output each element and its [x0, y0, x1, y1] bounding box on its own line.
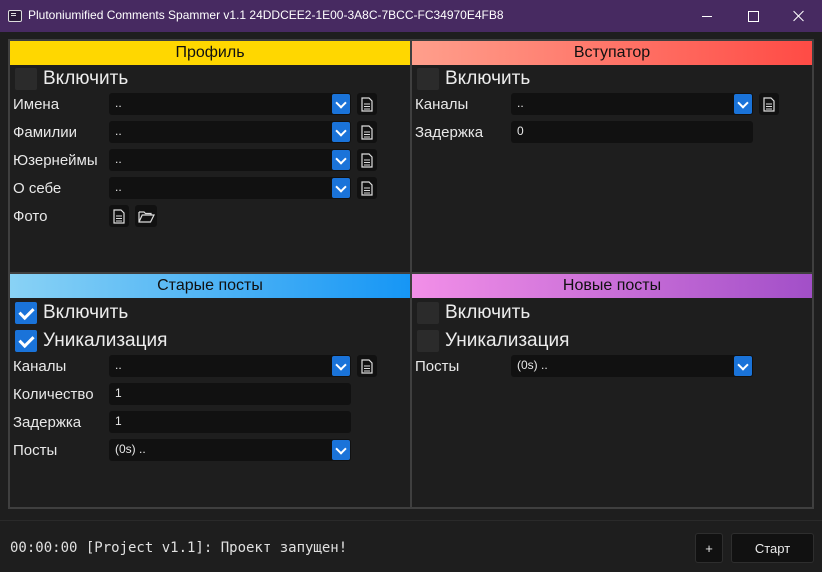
joiner-enable-checkbox[interactable] — [417, 68, 439, 90]
old-posts-delay-input[interactable]: 1 — [109, 411, 351, 433]
old-posts-count-value: 1 — [115, 386, 122, 400]
usernames-value: .. — [115, 152, 122, 166]
old-posts-unique-label: Уникализация — [43, 330, 168, 351]
chevron-down-icon[interactable] — [332, 356, 350, 376]
joiner-channels-file-button[interactable] — [759, 93, 779, 115]
joiner-channels-label: Каналы — [415, 96, 469, 113]
new-posts-enable-checkbox[interactable] — [417, 302, 439, 324]
old-posts-channels-value: .. — [115, 358, 122, 372]
chevron-down-icon[interactable] — [734, 94, 752, 114]
old-posts-enable-checkbox[interactable] — [15, 302, 37, 324]
old-posts-unique-checkbox[interactable] — [15, 330, 37, 352]
surnames-label: Фамилии — [13, 124, 77, 141]
surnames-file-button[interactable] — [357, 121, 377, 143]
add-button[interactable]: + — [695, 533, 723, 563]
chevron-down-icon[interactable] — [332, 150, 350, 170]
new-posts-enable-label: Включить — [445, 302, 531, 323]
old-posts-posts-combo[interactable]: (0s) .. — [109, 439, 351, 461]
names-value: .. — [115, 96, 122, 110]
photo-file-button[interactable] — [109, 205, 129, 227]
usernames-combo[interactable]: .. — [109, 149, 351, 171]
surnames-value: .. — [115, 124, 122, 138]
start-button[interactable]: Старт — [731, 533, 814, 563]
names-label: Имена — [13, 96, 60, 113]
log-output: 00:00:00 [Project v1.1]: Проект запущен! — [10, 540, 348, 556]
chevron-down-icon[interactable] — [332, 94, 350, 114]
profile-header: Профиль — [10, 41, 410, 65]
profile-enable-checkbox[interactable] — [15, 68, 37, 90]
profile-enable-label: Включить — [43, 68, 129, 89]
about-value: .. — [115, 180, 122, 194]
close-button[interactable] — [776, 0, 822, 32]
surnames-combo[interactable]: .. — [109, 121, 351, 143]
joiner-enable-label: Включить — [445, 68, 531, 89]
joiner-delay-label: Задержка — [415, 124, 484, 141]
title-bar[interactable]: Plutoniumified Comments Spammer v1.1 24D… — [0, 0, 822, 32]
about-file-button[interactable] — [357, 177, 377, 199]
new-posts-unique-checkbox[interactable] — [417, 330, 439, 352]
photo-folder-button[interactable] — [135, 205, 157, 227]
old-posts-delay-value: 1 — [115, 414, 122, 428]
window-title: Plutoniumified Comments Spammer v1.1 24D… — [28, 8, 504, 22]
file-icon — [361, 124, 373, 140]
usernames-file-button[interactable] — [357, 149, 377, 171]
about-label: О себе — [13, 180, 62, 197]
photo-label: Фото — [13, 208, 48, 225]
joiner-channels-combo[interactable]: .. — [511, 93, 753, 115]
file-icon — [361, 358, 373, 374]
old-posts-channels-file-button[interactable] — [357, 355, 377, 377]
names-combo[interactable]: .. — [109, 93, 351, 115]
about-combo[interactable]: .. — [109, 177, 351, 199]
file-icon — [361, 96, 373, 112]
chevron-down-icon[interactable] — [332, 178, 350, 198]
old-posts-count-label: Количество — [13, 386, 94, 403]
maximize-icon — [747, 10, 759, 22]
old-posts-posts-label: Посты — [13, 442, 58, 459]
new-posts-header: Новые посты — [412, 274, 812, 298]
footer-separator — [0, 520, 822, 521]
file-icon — [763, 96, 775, 112]
joiner-delay-input[interactable]: 0 — [511, 121, 753, 143]
joiner-channels-value: .. — [517, 96, 524, 110]
chevron-down-icon[interactable] — [332, 440, 350, 460]
old-posts-header: Старые посты — [10, 274, 410, 298]
joiner-header: Вступатор — [412, 41, 812, 65]
new-posts-posts-label: Посты — [415, 358, 460, 375]
joiner-delay-value: 0 — [517, 124, 524, 138]
old-posts-channels-label: Каналы — [13, 358, 67, 375]
app-terminal-icon — [8, 10, 22, 22]
old-posts-enable-label: Включить — [43, 302, 129, 323]
file-icon — [361, 152, 373, 168]
new-posts-posts-value: (0s) .. — [517, 358, 548, 372]
close-icon — [793, 10, 805, 22]
minimize-icon — [702, 15, 712, 17]
usernames-label: Юзернеймы — [13, 152, 98, 169]
folder-open-icon — [137, 210, 155, 223]
maximize-button[interactable] — [730, 0, 776, 32]
old-posts-count-input[interactable]: 1 — [109, 383, 351, 405]
file-icon — [361, 180, 373, 196]
chevron-down-icon[interactable] — [734, 356, 752, 376]
old-posts-channels-combo[interactable]: .. — [109, 355, 351, 377]
old-posts-delay-label: Задержка — [13, 414, 82, 431]
names-file-button[interactable] — [357, 93, 377, 115]
new-posts-unique-label: Уникализация — [445, 330, 570, 351]
chevron-down-icon[interactable] — [332, 122, 350, 142]
new-posts-posts-combo[interactable]: (0s) .. — [511, 355, 753, 377]
old-posts-posts-value: (0s) .. — [115, 442, 146, 456]
file-icon — [113, 208, 125, 224]
minimize-button[interactable] — [684, 0, 730, 32]
